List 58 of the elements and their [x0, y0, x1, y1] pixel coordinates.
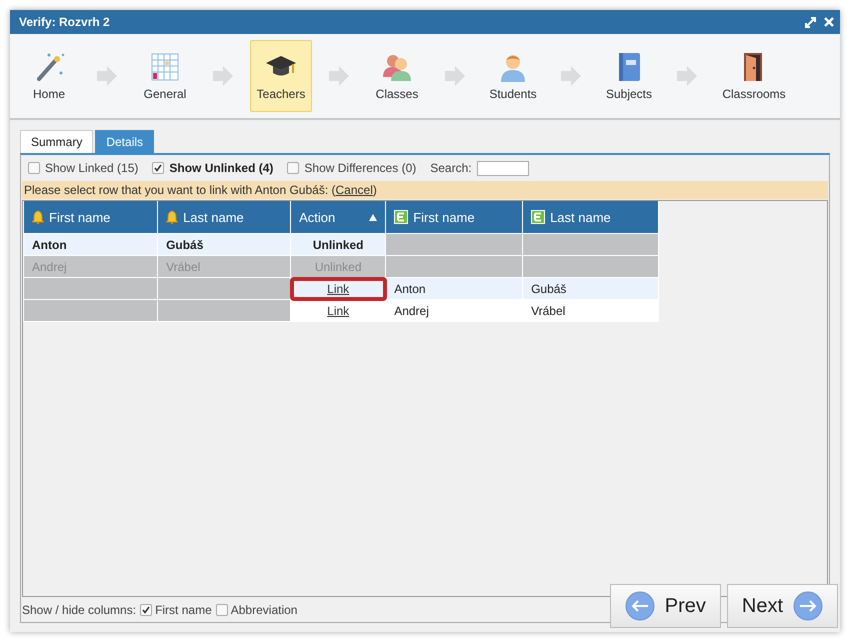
notice-text: Please select row that you want to link with Anton Gubáš: (Cancel)	[24, 183, 377, 197]
filter-label: Show Differences (0)	[304, 161, 416, 175]
search-label: Search:	[430, 161, 472, 175]
table-cell: Vrábel	[158, 256, 291, 278]
column-header[interactable]: Last name	[158, 201, 291, 234]
e-letter-icon	[531, 210, 546, 224]
wizard-step[interactable]: Students	[482, 40, 544, 112]
link[interactable]: Link	[327, 282, 350, 296]
table-cell: Vrábel	[522, 300, 658, 322]
table-cell: Gubáš	[158, 234, 291, 256]
wizard-step[interactable]: Classes	[366, 40, 428, 112]
wizard-step[interactable]: Subjects	[598, 40, 660, 112]
table-cell: Unlinked	[290, 256, 386, 278]
filter-label: Show Linked (15)	[45, 161, 138, 175]
column-option-label: Abbreviation	[230, 602, 298, 616]
wizard-step[interactable]: Classrooms	[714, 40, 794, 112]
step-arrow-icon	[96, 65, 118, 87]
columns-label: Show / hide columns:	[22, 602, 136, 616]
column-option-label: First name	[155, 602, 212, 616]
checkbox[interactable]	[152, 162, 164, 174]
cancel-link[interactable]: Cancel	[336, 183, 373, 197]
table-cell: Andrej	[24, 256, 158, 278]
step-arrow-icon	[560, 65, 582, 87]
prev-button[interactable]: Prev	[610, 584, 721, 628]
tab[interactable]: Summary	[20, 130, 94, 153]
table-cell: Andrej	[386, 300, 523, 322]
bell-icon	[32, 210, 44, 224]
wizard-step[interactable]: General	[134, 40, 196, 112]
checkbox[interactable]	[140, 604, 152, 616]
wizard-step[interactable]: Home	[18, 40, 80, 112]
maximize-icon[interactable]	[805, 16, 816, 28]
table-cell: Anton	[24, 234, 158, 256]
sort-icon	[369, 214, 378, 220]
column-header[interactable]: First name	[386, 201, 523, 234]
step-arrow-icon	[212, 65, 234, 87]
tab[interactable]: Details	[95, 130, 154, 153]
window-title: Verify: Rozvrh 2	[19, 15, 111, 29]
step-icon	[149, 51, 181, 83]
checkbox[interactable]	[287, 162, 300, 174]
column-header[interactable]: Last name	[522, 201, 658, 234]
table-cell: Gubáš	[522, 278, 658, 300]
checkbox[interactable]	[28, 162, 40, 174]
step-arrow-icon	[676, 65, 698, 87]
table-cell: Unlinked	[290, 234, 386, 256]
filter-label: Show Unlinked (4)	[169, 161, 274, 175]
checkbox[interactable]	[216, 604, 228, 616]
wizard-step[interactable]: Teachers	[250, 40, 312, 112]
column-header[interactable]: Action	[290, 201, 386, 234]
table-cell: Anton	[386, 278, 523, 300]
step-arrow-icon	[444, 65, 466, 87]
search-field[interactable]	[476, 160, 529, 176]
column-header[interactable]: First name	[24, 201, 158, 234]
e-letter-icon	[394, 210, 408, 224]
step-arrow-icon	[328, 65, 350, 87]
bell-icon	[166, 210, 178, 224]
close-icon[interactable]	[824, 17, 834, 27]
link[interactable]: Link	[327, 304, 350, 318]
next-button[interactable]: Next	[726, 584, 838, 628]
